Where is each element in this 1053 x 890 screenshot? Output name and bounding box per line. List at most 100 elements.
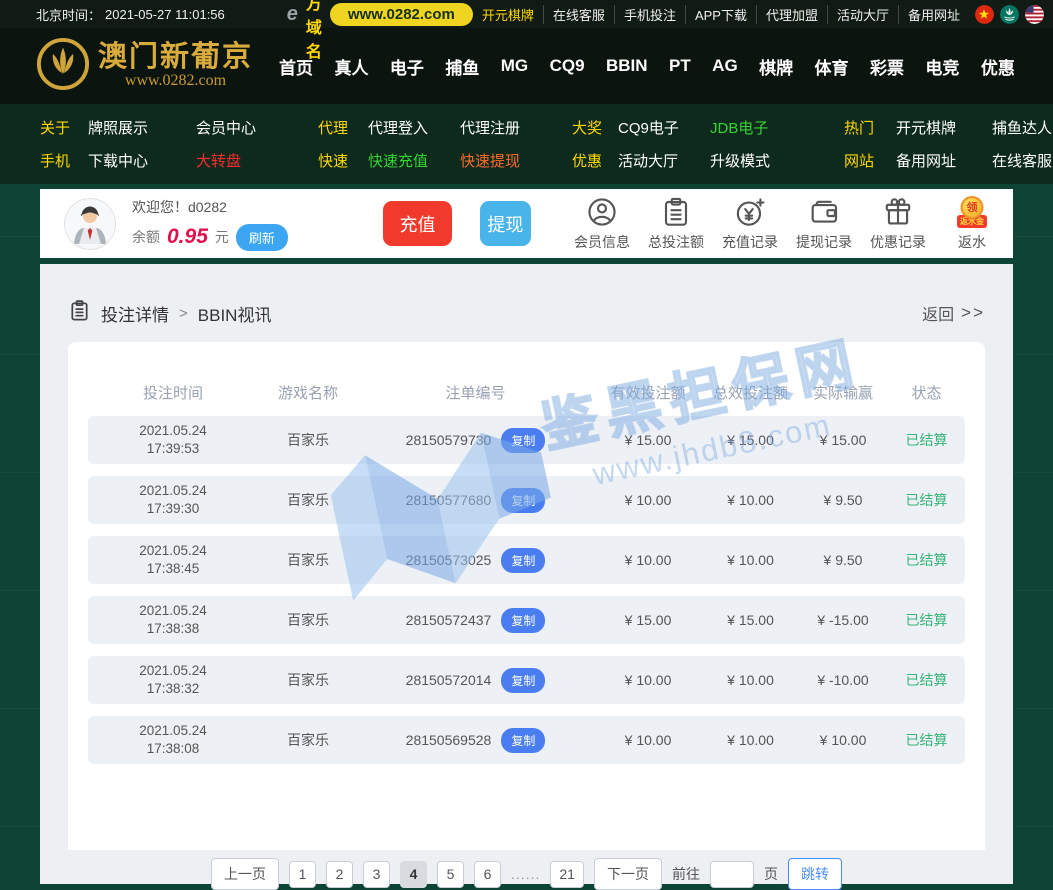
topbar-link[interactable]: 代理加盟 bbox=[757, 5, 828, 24]
subnav-item[interactable]: 快速充值 bbox=[368, 150, 460, 171]
subnav-item[interactable]: 在线客服 bbox=[992, 150, 1053, 171]
next-page-button[interactable]: 下一页 bbox=[594, 858, 662, 890]
copy-button[interactable]: 复制 bbox=[501, 728, 545, 753]
copy-button[interactable]: 复制 bbox=[501, 488, 545, 513]
nav-item[interactable]: PT bbox=[669, 56, 691, 76]
shortcut-label: 返水 bbox=[958, 232, 986, 252]
valid-bet-cell: ¥ 15.00 bbox=[593, 432, 703, 448]
site-logo[interactable]: 澳门新葡京 www.0282.com bbox=[36, 37, 253, 96]
table-row: 2021.05.24 17:38:38 百家乐 28150572437 复制 ¥… bbox=[88, 596, 965, 644]
game-name-cell: 百家乐 bbox=[258, 670, 358, 690]
bet-id: 28150572437 bbox=[406, 612, 492, 628]
copy-button[interactable]: 复制 bbox=[501, 668, 545, 693]
nav-item[interactable]: MG bbox=[501, 56, 528, 76]
topbar-link[interactable]: APP下载 bbox=[686, 5, 757, 24]
back-link[interactable]: 返回 >> bbox=[922, 301, 985, 325]
deposit-record-shortcut[interactable]: 充值记录 bbox=[719, 196, 781, 252]
jump-button[interactable]: 跳转 bbox=[788, 858, 842, 890]
topbar-link[interactable]: 在线客服 bbox=[544, 5, 615, 24]
subnav-item[interactable]: CQ9电子 bbox=[618, 117, 710, 138]
breadcrumb-section: BBIN视讯 bbox=[198, 301, 272, 326]
nav-item[interactable]: 优惠 bbox=[981, 54, 1015, 79]
promo-record-icon bbox=[882, 196, 914, 228]
bet-time-cell: 2021.05.24 17:38:08 bbox=[88, 722, 258, 758]
subnav-item[interactable]: 快速提现 bbox=[460, 150, 572, 171]
subnav-item[interactable]: 备用网址 bbox=[896, 150, 992, 171]
logo-domain: www.0282.com bbox=[125, 72, 226, 90]
subnav-item[interactable]: 升级模式 bbox=[710, 150, 844, 171]
page-number-button[interactable]: 3 bbox=[363, 861, 390, 888]
column-header: 实际输赢 bbox=[798, 382, 888, 403]
subnav-item[interactable]: 牌照展示 bbox=[88, 117, 196, 138]
total-bets-shortcut[interactable]: 总投注额 bbox=[645, 196, 707, 252]
subnav-item[interactable]: 热门 bbox=[844, 117, 896, 138]
subnav-item[interactable]: JDB电子 bbox=[710, 117, 844, 138]
prev-page-button[interactable]: 上一页 bbox=[211, 858, 279, 890]
copy-button[interactable]: 复制 bbox=[501, 548, 545, 573]
nav-item[interactable]: 真人 bbox=[334, 54, 368, 79]
page-number-button[interactable]: 1 bbox=[289, 861, 316, 888]
topbar-link[interactable]: 活动大厅 bbox=[828, 5, 899, 24]
member-info-shortcut[interactable]: 会员信息 bbox=[571, 196, 633, 252]
subnav-item[interactable]: 大奖 bbox=[572, 117, 618, 138]
clipboard-icon bbox=[68, 299, 91, 327]
recharge-button[interactable]: 充值 bbox=[383, 201, 451, 246]
balance-unit: 元 bbox=[215, 227, 229, 247]
subnav-item[interactable]: 捕鱼达人 bbox=[992, 117, 1053, 138]
win-loss-cell: ¥ 10.00 bbox=[798, 732, 888, 748]
copy-button[interactable]: 复制 bbox=[501, 608, 545, 633]
topbar-link[interactable]: 开元棋牌 bbox=[473, 5, 544, 24]
withdraw-button[interactable]: 提现 bbox=[480, 201, 531, 246]
nav-item[interactable]: 彩票 bbox=[870, 54, 904, 79]
subnav-item[interactable]: 大转盘 bbox=[196, 150, 318, 171]
official-domain-pill[interactable]: www.0282.com bbox=[330, 3, 473, 26]
macau-flag-icon[interactable] bbox=[1000, 5, 1019, 24]
subnav-item[interactable]: 会员中心 bbox=[196, 117, 318, 138]
china-flag-icon[interactable] bbox=[975, 5, 994, 24]
subnav-item[interactable]: 下载中心 bbox=[88, 150, 196, 171]
refresh-balance-button[interactable]: 刷新 bbox=[236, 224, 288, 251]
subnav-item[interactable]: 关于 bbox=[40, 117, 88, 138]
subnav-item[interactable]: 代理注册 bbox=[460, 117, 572, 138]
nav-item[interactable]: CQ9 bbox=[550, 56, 585, 76]
nav-item[interactable]: 电子 bbox=[390, 54, 424, 79]
bet-id: 28150579730 bbox=[406, 432, 492, 448]
subnav-item[interactable]: 手机 bbox=[40, 150, 88, 171]
nav-item[interactable]: 体育 bbox=[815, 54, 849, 79]
usa-flag-icon[interactable] bbox=[1025, 5, 1044, 24]
subnav-item[interactable]: 快速 bbox=[318, 150, 368, 171]
bet-id-cell: 28150573025 复制 bbox=[358, 548, 593, 573]
last-page-button[interactable]: 21 bbox=[550, 861, 584, 888]
valid-bet-cell: ¥ 10.00 bbox=[593, 732, 703, 748]
nav-item[interactable]: AG bbox=[712, 56, 738, 76]
promo-record-shortcut[interactable]: 优惠记录 bbox=[867, 196, 929, 252]
subnav-item[interactable]: 网站 bbox=[844, 150, 896, 171]
subnav-item[interactable]: 活动大厅 bbox=[618, 150, 710, 171]
bet-date: 2021.05.24 bbox=[88, 542, 258, 560]
page-number-button[interactable]: 4 bbox=[400, 861, 427, 888]
nav-item[interactable]: 首页 bbox=[279, 54, 313, 79]
bet-time-cell: 2021.05.24 17:39:30 bbox=[88, 482, 258, 518]
table-row: 2021.05.24 17:38:08 百家乐 28150569528 复制 ¥… bbox=[88, 716, 965, 764]
shortcut-label: 充值记录 bbox=[722, 232, 778, 252]
rebate-shortcut[interactable]: 领 返水金 返水 bbox=[941, 196, 1003, 252]
nav-item[interactable]: 棋牌 bbox=[759, 54, 793, 79]
pagination: 上一页 123456 ...... 21 下一页 前往 页 跳转 bbox=[88, 858, 965, 890]
subnav-item[interactable]: 代理登入 bbox=[368, 117, 460, 138]
page-number-button[interactable]: 6 bbox=[474, 861, 501, 888]
breadcrumb: 投注详情 > BBIN视讯 返回 >> bbox=[68, 298, 985, 328]
copy-button[interactable]: 复制 bbox=[501, 428, 545, 453]
page-number-button[interactable]: 5 bbox=[437, 861, 464, 888]
topbar-link[interactable]: 备用网址 bbox=[899, 5, 969, 24]
withdraw-record-shortcut[interactable]: 提现记录 bbox=[793, 196, 855, 252]
goto-page-input[interactable] bbox=[710, 861, 754, 888]
subnav-item[interactable]: 优惠 bbox=[572, 150, 618, 171]
valid-bet-cell: ¥ 10.00 bbox=[593, 672, 703, 688]
topbar-link[interactable]: 手机投注 bbox=[615, 5, 686, 24]
subnav-item[interactable]: 代理 bbox=[318, 117, 368, 138]
page-number-button[interactable]: 2 bbox=[326, 861, 353, 888]
subnav-item[interactable]: 开元棋牌 bbox=[896, 117, 992, 138]
nav-item[interactable]: 捕鱼 bbox=[445, 54, 479, 79]
nav-item[interactable]: BBIN bbox=[606, 56, 648, 76]
nav-item[interactable]: 电竞 bbox=[925, 54, 959, 79]
